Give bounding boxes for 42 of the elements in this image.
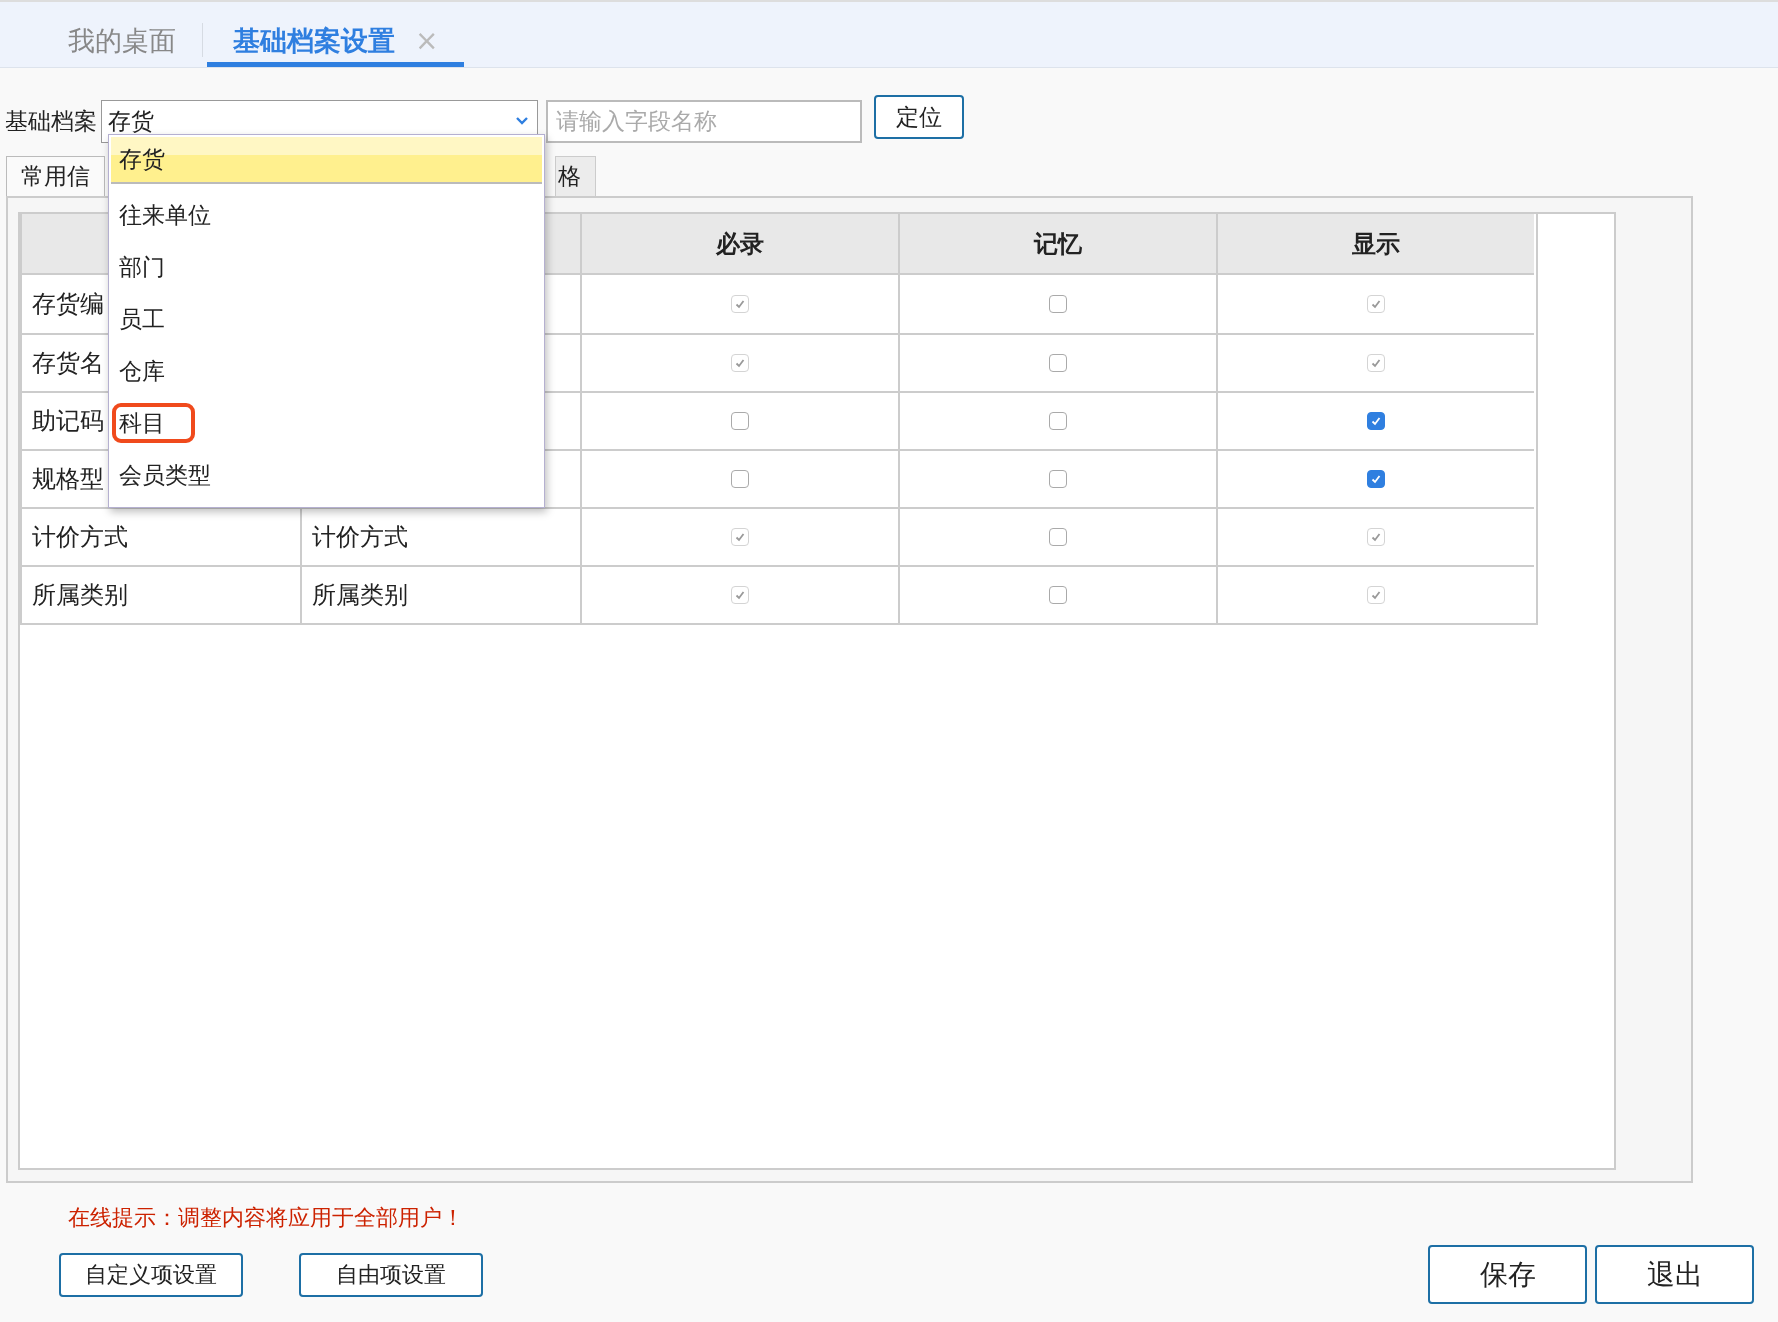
- table-cell: 所属类别: [20, 565, 300, 623]
- sub-tab[interactable]: 格: [555, 156, 596, 196]
- dropdown-item[interactable]: 存货: [111, 137, 542, 184]
- table-cell: 计价方式: [20, 507, 300, 565]
- settings-button[interactable]: 自由项设置: [299, 1252, 483, 1297]
- checkmark-icon: [1370, 415, 1382, 427]
- checkmark-icon: [1370, 589, 1382, 601]
- column-header: 显示: [1216, 214, 1534, 275]
- checkmark-icon: [734, 531, 746, 543]
- checkmark-icon: [1370, 357, 1382, 369]
- table-cell-text: 所属类别: [312, 580, 408, 611]
- checkbox[interactable]: [731, 470, 749, 488]
- checkbox[interactable]: [1049, 586, 1067, 604]
- checkmark-icon: [734, 357, 746, 369]
- checkmark-icon: [1370, 473, 1382, 485]
- chevron-down-icon: [515, 116, 529, 126]
- action-button[interactable]: 保存: [1428, 1245, 1587, 1304]
- checkbox[interactable]: [1049, 528, 1067, 546]
- checkmark-icon: [734, 298, 746, 310]
- search-field[interactable]: 请输入字段名称: [546, 99, 862, 143]
- field-label: 基础档案: [5, 106, 97, 136]
- action-button[interactable]: 退出: [1595, 1245, 1754, 1304]
- settings-button[interactable]: 自定义项设置: [59, 1252, 243, 1297]
- checkbox[interactable]: [1049, 354, 1067, 372]
- checkbox[interactable]: [1367, 470, 1385, 488]
- notice-text: 在线提示：调整内容将应用于全部用户！: [67, 1204, 465, 1232]
- checkmark-icon: [734, 589, 746, 601]
- tab[interactable]: 基础档案设置 ×: [207, 19, 465, 67]
- checkbox[interactable]: [1049, 295, 1067, 313]
- table-cell-text: 计价方式: [312, 522, 408, 553]
- column-header: 记忆: [898, 214, 1216, 275]
- checkbox[interactable]: [1049, 412, 1067, 430]
- checkbox[interactable]: [1049, 470, 1067, 488]
- locate-button[interactable]: 定位: [874, 95, 964, 139]
- dropdown-item[interactable]: 科目: [112, 403, 195, 443]
- checkmark-icon: [1370, 531, 1382, 543]
- checkbox[interactable]: [731, 412, 749, 430]
- checkmark-icon: [1370, 298, 1382, 310]
- column-header: 必录: [580, 214, 898, 275]
- sub-tab[interactable]: 常用信: [6, 156, 105, 196]
- checkbox[interactable]: [1367, 412, 1385, 430]
- dropdown-item[interactable]: 往来单位: [109, 189, 544, 241]
